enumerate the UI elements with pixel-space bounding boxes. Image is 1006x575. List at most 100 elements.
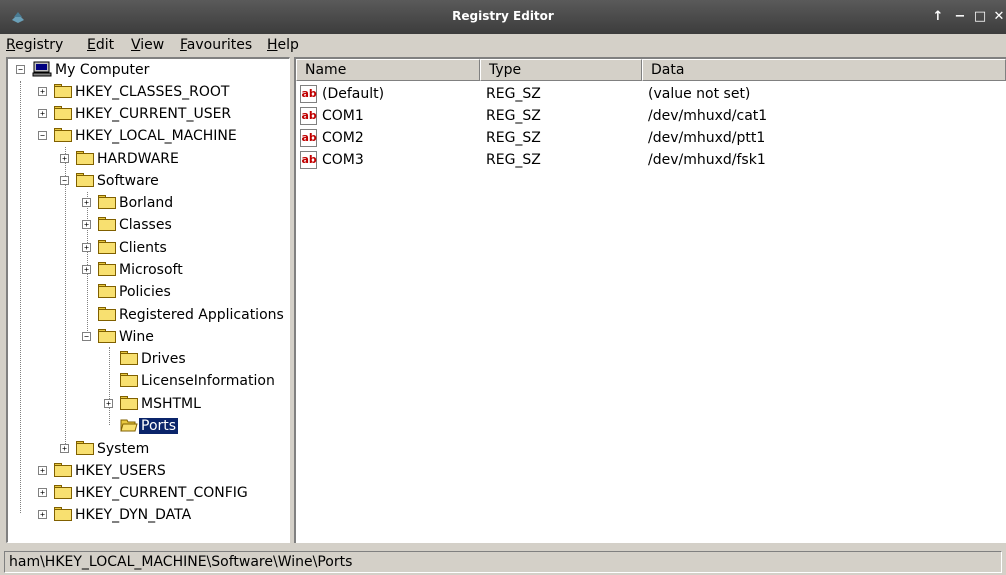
expand-icon[interactable]: + [82,243,91,252]
menu-bar: Registry Edit View Favourites Help [0,34,1006,56]
value-name: COM2 [322,130,364,146]
menu-help[interactable]: Help [267,37,299,53]
tree-node-label: Classes [119,217,172,233]
tree-node-label: HKEY_DYN_DATA [75,507,192,523]
value-data: /dev/mhuxd/fsk1 [648,152,766,168]
tree-node-system[interactable]: + System [60,439,151,459]
tree-node-label: LicenseInformation [141,373,275,389]
list-item[interactable]: ab (Default) REG_SZ (value not set) [296,83,1006,105]
value-type: REG_SZ [486,86,541,102]
expand-icon[interactable]: + [82,198,91,207]
expand-icon[interactable]: + [104,399,113,408]
tree-node-label: Software [97,173,159,189]
folder-icon [98,284,116,298]
maximize-button[interactable]: □ [972,8,988,26]
menu-favourites[interactable]: Favourites [180,37,252,53]
value-type: REG_SZ [486,152,541,168]
tree-node-label: Borland [119,195,174,211]
value-data: (value not set) [648,86,751,102]
values-list[interactable]: Name Type Data ab (Default) REG_SZ (valu… [294,57,1006,543]
menu-accel: F [180,37,187,53]
expand-icon[interactable]: + [38,510,47,519]
folder-icon [98,240,116,254]
expand-icon[interactable]: + [38,109,47,118]
tree-node-registered-applications[interactable]: Registered Applications [82,305,286,325]
menu-registry[interactable]: Registry [6,37,63,53]
tree-node-label: HKEY_CLASSES_ROOT [75,84,230,100]
expand-icon[interactable]: + [38,488,47,497]
menu-label: egistry [15,37,64,53]
expand-icon[interactable]: + [60,444,69,453]
list-item[interactable]: ab COM1 REG_SZ /dev/mhuxd/cat1 [296,105,1006,127]
minimize-button[interactable]: − [952,8,968,26]
tree-node-my-computer[interactable]: − My Computer [16,60,151,80]
tree-node-clients[interactable]: + Clients [82,238,169,258]
folder-icon [54,507,72,521]
value-name: (Default) [322,86,385,102]
column-header-type[interactable]: Type [480,59,642,81]
folder-icon [98,329,116,343]
expand-icon[interactable]: + [38,466,47,475]
collapse-icon[interactable]: − [38,131,47,140]
tree-node-licenseinformation[interactable]: LicenseInformation [104,371,277,391]
menu-label: elp [277,37,299,53]
tree-node-ports[interactable]: Ports [104,416,180,436]
string-value-icon: ab [300,107,317,125]
column-header-name[interactable]: Name [296,59,480,81]
tree-node-label: HKEY_CURRENT_USER [75,106,232,122]
tree-node-hardware[interactable]: + HARDWARE [60,149,181,169]
tree-line [20,81,21,513]
tree-node-label: MSHTML [141,396,201,412]
tree-node-hkey-current-config[interactable]: + HKEY_CURRENT_CONFIG [38,483,250,503]
folder-icon [120,351,138,365]
tree-node-microsoft[interactable]: + Microsoft [82,260,185,280]
tree-node-hkey-current-user[interactable]: + HKEY_CURRENT_USER [38,104,233,124]
tree-node-label: HKEY_LOCAL_MACHINE [75,128,237,144]
expand-icon[interactable]: + [60,154,69,163]
tree-node-mshtml[interactable]: + MSHTML [104,394,203,414]
tree-node-borland[interactable]: + Borland [82,193,175,213]
tree-node-hkey-users[interactable]: + HKEY_USERS [38,461,168,481]
expand-icon[interactable]: + [82,265,91,274]
value-type: REG_SZ [486,108,541,124]
list-item[interactable]: ab COM3 REG_SZ /dev/mhuxd/fsk1 [296,149,1006,171]
collapse-icon[interactable]: − [82,332,91,341]
tree-node-policies[interactable]: Policies [82,282,173,302]
folder-icon [54,463,72,477]
folder-icon [98,195,116,209]
move-up-icon[interactable]: ↑ [930,8,946,26]
registry-tree[interactable]: − My Computer + HKEY_CLASSES_ROOT + HKEY… [6,57,290,543]
folder-icon [54,485,72,499]
menu-edit[interactable]: Edit [87,37,114,53]
close-button[interactable]: ✕ [992,8,1006,26]
tree-node-hkey-classes-root[interactable]: + HKEY_CLASSES_ROOT [38,82,231,102]
menu-label: iew [140,37,165,53]
open-folder-icon [120,419,138,432]
string-value-icon: ab [300,129,317,147]
tree-node-label: Ports [137,417,180,435]
tree-node-hkey-dyn-data[interactable]: + HKEY_DYN_DATA [38,505,193,525]
folder-icon [98,217,116,231]
column-header-data[interactable]: Data [642,59,1006,81]
expand-icon[interactable]: + [82,220,91,229]
folder-icon [76,173,94,187]
tree-node-drives[interactable]: Drives [104,349,188,369]
collapse-icon[interactable]: − [16,65,25,74]
menu-label: dit [95,37,115,53]
folder-icon [76,151,94,165]
svg-text:ab: ab [302,153,317,166]
tree-node-label: Drives [141,351,186,367]
collapse-icon[interactable]: − [60,176,69,185]
tree-node-label: My Computer [55,62,150,78]
tree-node-label: Clients [119,240,167,256]
tree-node-wine[interactable]: − Wine [82,327,156,347]
menu-view[interactable]: View [131,37,164,53]
tree-node-software[interactable]: − Software [60,171,161,191]
tree-node-hkey-local-machine[interactable]: − HKEY_LOCAL_MACHINE [38,126,239,146]
tree-node-label: HKEY_CURRENT_CONFIG [75,485,248,501]
expand-icon[interactable]: + [38,87,47,96]
menu-accel: V [131,37,141,53]
tree-node-classes[interactable]: + Classes [82,215,174,235]
list-item[interactable]: ab COM2 REG_SZ /dev/mhuxd/ptt1 [296,127,1006,149]
value-name: COM3 [322,152,364,168]
